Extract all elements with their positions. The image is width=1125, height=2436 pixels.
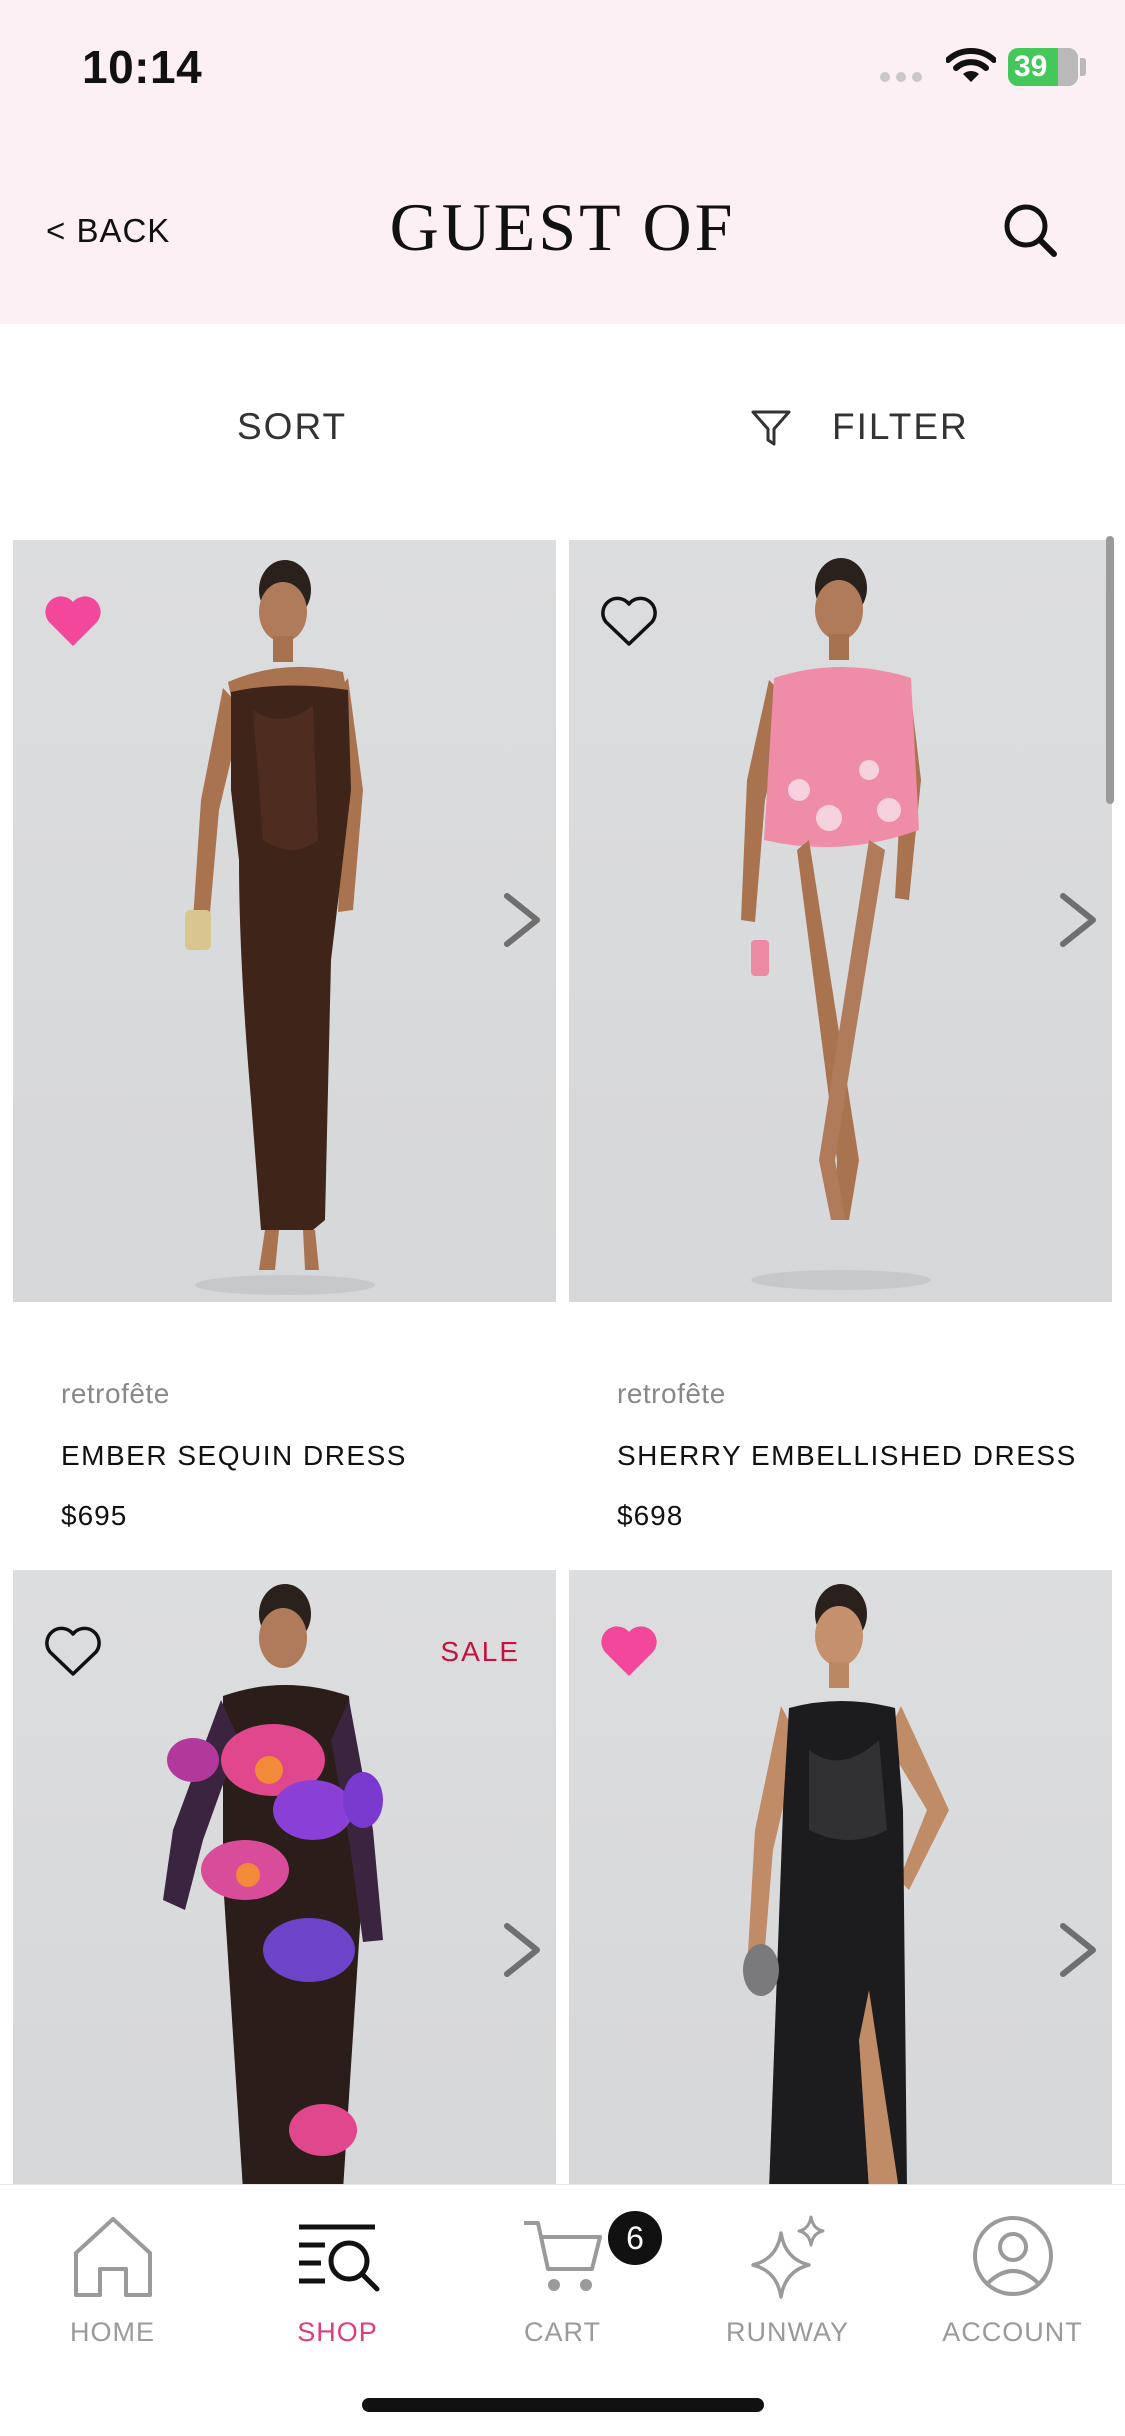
- tab-runway[interactable]: RUNWAY: [675, 2195, 900, 2347]
- tab-home[interactable]: HOME: [0, 2195, 225, 2347]
- home-icon: [74, 2217, 152, 2297]
- product-brand: retrofête: [61, 1378, 170, 1409]
- battery-level: 39: [1014, 50, 1048, 83]
- product-image[interactable]: [13, 540, 556, 1302]
- account-icon: [973, 2216, 1053, 2296]
- sort-filter-bar: SORT FILTER: [0, 324, 1125, 540]
- cart-count-badge: 6: [608, 2211, 662, 2265]
- battery-icon: 39: [1008, 48, 1078, 86]
- model-photo: [185, 560, 375, 1295]
- product-card[interactable]: [569, 1570, 1112, 2190]
- chevron-right-icon[interactable]: [501, 1920, 545, 1980]
- scrollbar[interactable]: [1106, 536, 1114, 804]
- heart-outline-icon[interactable]: [599, 596, 659, 648]
- sort-button[interactable]: SORT: [237, 406, 347, 448]
- heart-filled-icon[interactable]: [43, 596, 103, 648]
- product-image[interactable]: [569, 1570, 1112, 2190]
- tab-label: SHOP: [297, 2317, 378, 2347]
- tab-cart[interactable]: 6 CART: [450, 2195, 675, 2347]
- heart-outline-icon[interactable]: [43, 1626, 103, 1678]
- header: 10:14 39 < BACK GUEST OF: [0, 0, 1125, 324]
- wifi-icon: [946, 48, 996, 82]
- product-price: $695: [61, 1500, 128, 1531]
- model-photo: [741, 558, 931, 1290]
- product-price: $698: [617, 1500, 684, 1531]
- product-name[interactable]: EMBER SEQUIN DRESS: [61, 1440, 407, 1472]
- tab-label: RUNWAY: [726, 2317, 849, 2347]
- product-name[interactable]: SHERRY EMBELLISHED DRESS: [617, 1440, 1077, 1472]
- status-time: 10:14: [82, 41, 203, 93]
- product-card[interactable]: retrofête EMBER SEQUIN DRESS $695: [13, 540, 556, 1531]
- heart-filled-icon[interactable]: [599, 1626, 659, 1678]
- product-image[interactable]: [569, 540, 1112, 1302]
- tab-label: CART: [523, 2317, 601, 2347]
- chevron-right-icon[interactable]: [501, 890, 545, 950]
- tab-account[interactable]: ACCOUNT: [900, 2195, 1125, 2347]
- product-image[interactable]: SALE: [13, 1570, 556, 2190]
- home-indicator[interactable]: [362, 2398, 764, 2412]
- app-root: 10:14 39 < BACK GUEST OF SORT FILTER ret…: [0, 0, 1125, 2436]
- filter-button[interactable]: FILTER: [832, 406, 969, 448]
- product-card[interactable]: SALE: [13, 1570, 556, 2190]
- tab-label: HOME: [70, 2317, 155, 2347]
- filter-icon[interactable]: [750, 408, 792, 450]
- sale-badge: SALE: [440, 1636, 520, 1667]
- cellular-signal-icon: [880, 72, 922, 82]
- cart-icon: [524, 2221, 602, 2291]
- product-brand: retrofête: [617, 1378, 726, 1409]
- battery-cap: [1080, 58, 1086, 76]
- search-icon[interactable]: [1000, 200, 1060, 260]
- chevron-right-icon[interactable]: [1057, 1920, 1101, 1980]
- page-title: GUEST OF: [389, 189, 736, 265]
- chevron-right-icon[interactable]: [1057, 890, 1101, 950]
- tab-label: ACCOUNT: [942, 2317, 1083, 2347]
- product-card[interactable]: retrofête SHERRY EMBELLISHED DRESS $698: [569, 540, 1112, 1531]
- tab-shop[interactable]: SHOP: [225, 2195, 450, 2347]
- sparkle-icon: [751, 2215, 825, 2299]
- shop-search-icon: [299, 2224, 380, 2292]
